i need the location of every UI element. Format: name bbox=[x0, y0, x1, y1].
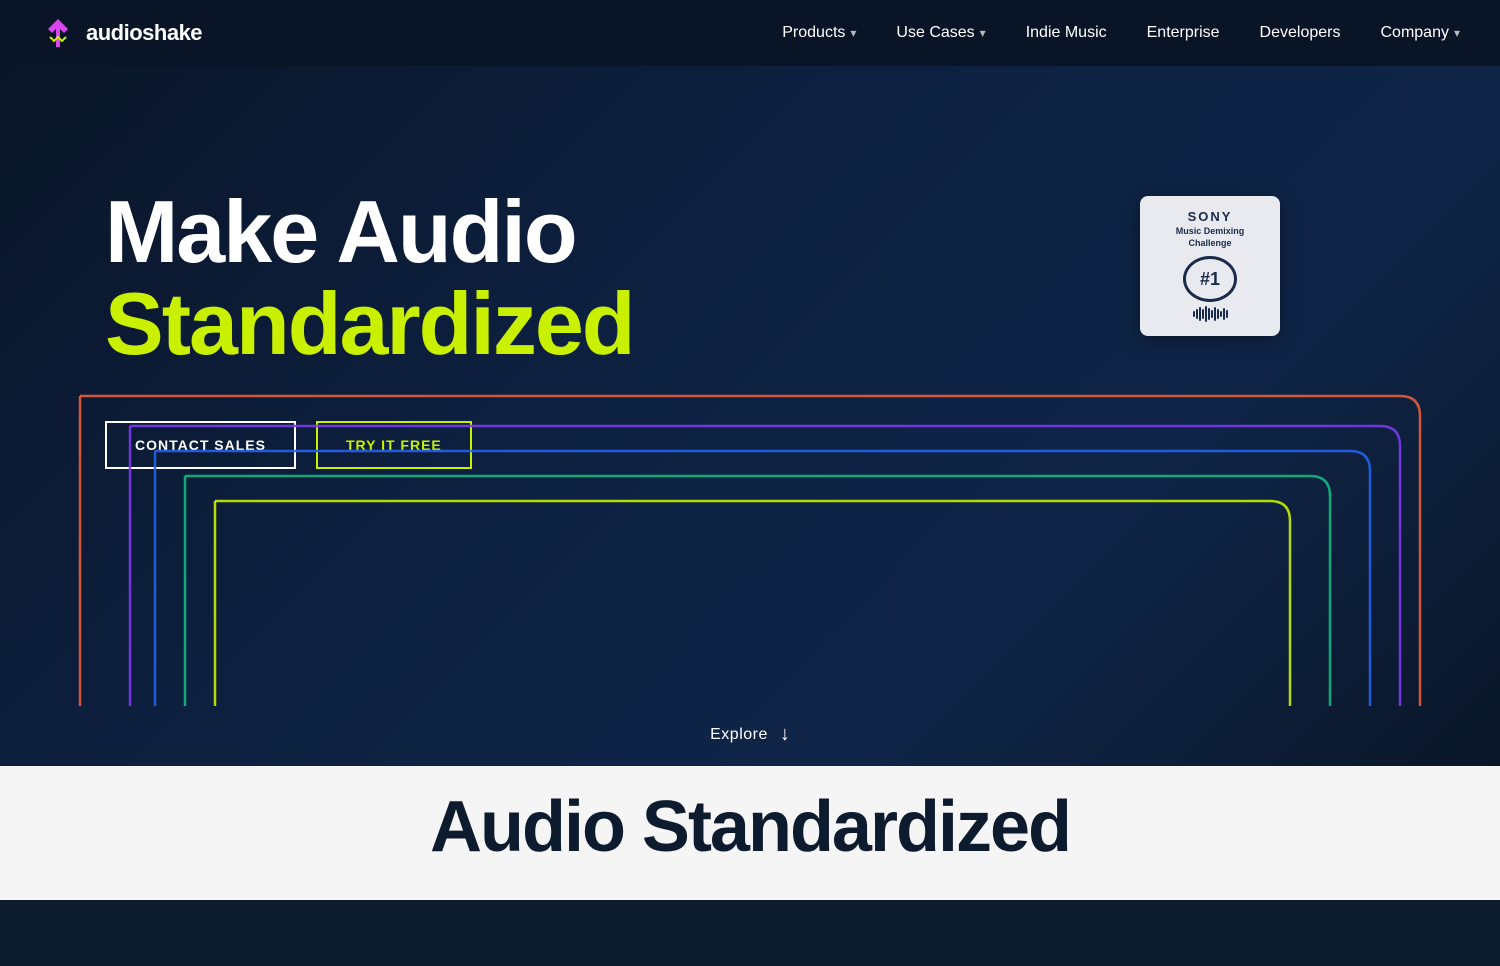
nav-links: Products ▾ Use Cases ▾ Indie Music Enter… bbox=[782, 24, 1460, 42]
try-free-button[interactable]: TRY IT FREE bbox=[316, 421, 472, 469]
bottom-section: Audio Standardized bbox=[0, 766, 1500, 900]
nav-link-products[interactable]: Products ▾ bbox=[782, 24, 856, 42]
nav-link-indie-music[interactable]: Indie Music bbox=[1026, 24, 1107, 42]
chevron-down-icon: ▾ bbox=[1454, 26, 1460, 40]
sony-badge: SONY Music Demixing Challenge #1 bbox=[1140, 196, 1280, 336]
logo-icon bbox=[40, 15, 76, 51]
sony-badge-title: SONY bbox=[1188, 210, 1233, 224]
nav-link-enterprise[interactable]: Enterprise bbox=[1147, 24, 1220, 42]
logo-text: audioshake bbox=[86, 20, 202, 46]
sony-waveform bbox=[1193, 306, 1228, 322]
nav-link-company[interactable]: Company ▾ bbox=[1380, 24, 1460, 42]
sony-badge-rank: #1 bbox=[1200, 269, 1220, 290]
explore-label: Explore bbox=[710, 726, 768, 744]
nav-item-products[interactable]: Products ▾ bbox=[782, 24, 856, 42]
hero-headline: Make Audio Standardized bbox=[105, 186, 1105, 371]
nav-item-developers[interactable]: Developers bbox=[1260, 24, 1341, 42]
navigation: audioshake Products ▾ Use Cases ▾ Indie … bbox=[0, 0, 1500, 66]
logo[interactable]: audioshake bbox=[40, 15, 202, 51]
nav-item-enterprise[interactable]: Enterprise bbox=[1147, 24, 1220, 42]
hero-buttons: CONTACT SALES TRY IT FREE bbox=[105, 421, 1395, 469]
sony-badge-circle: #1 bbox=[1183, 256, 1237, 302]
hero-section: Make Audio Standardized CONTACT SALES TR… bbox=[0, 66, 1500, 766]
arrow-down-icon: ↓ bbox=[780, 723, 790, 746]
chevron-down-icon: ▾ bbox=[980, 26, 986, 40]
explore-button[interactable]: Explore ↓ bbox=[710, 723, 790, 746]
nav-item-use-cases[interactable]: Use Cases ▾ bbox=[896, 24, 985, 42]
chevron-down-icon: ▾ bbox=[850, 26, 856, 40]
nav-item-indie-music[interactable]: Indie Music bbox=[1026, 24, 1107, 42]
nav-link-use-cases[interactable]: Use Cases ▾ bbox=[896, 24, 985, 42]
bottom-title: Audio Standardized bbox=[430, 786, 1070, 868]
nav-link-developers[interactable]: Developers bbox=[1260, 24, 1341, 42]
nav-item-company[interactable]: Company ▾ bbox=[1380, 24, 1460, 42]
contact-sales-button[interactable]: CONTACT SALES bbox=[105, 421, 296, 469]
sony-badge-subtitle: Music Demixing bbox=[1176, 226, 1245, 236]
sony-badge-subtitle2: Challenge bbox=[1188, 238, 1231, 248]
headline-accent: Standardized bbox=[105, 274, 634, 373]
